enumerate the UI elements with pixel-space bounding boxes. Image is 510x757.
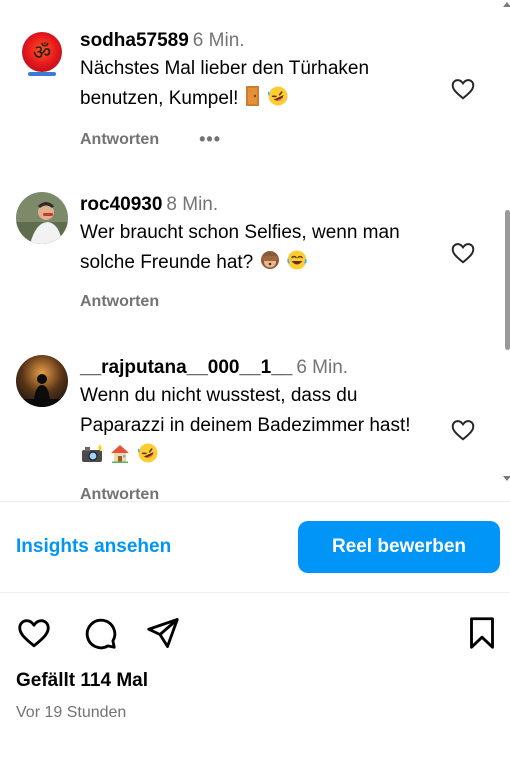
comment-text: Wenn du nicht wusstest, dass du Paparazz… (80, 385, 411, 436)
scrollbar-thumb[interactable] (505, 210, 510, 350)
comments-scrollbar[interactable] (503, 0, 510, 500)
comment-text: Nächstes Mal lieber den Türhaken benutze… (80, 58, 370, 109)
door-emoji-icon (244, 85, 262, 117)
avatar[interactable]: ॐ (16, 28, 68, 80)
reply-button[interactable]: Antworten (80, 131, 159, 149)
comment-text: Wer braucht schon Selfies, wenn man solc… (80, 222, 400, 273)
comment-like-icon[interactable] (450, 240, 478, 268)
reply-button[interactable]: Antworten (80, 486, 159, 500)
insights-link[interactable]: Insights ansehen (16, 536, 171, 558)
comment-time: 8 Min. (166, 194, 219, 215)
save-icon[interactable] (464, 615, 500, 651)
comment-icon[interactable] (82, 615, 118, 651)
scroll-up-arrow-icon[interactable] (503, 2, 510, 7)
comment-username[interactable]: roc40930 (80, 194, 162, 215)
divider (0, 592, 510, 593)
see-no-evil-monkey-emoji-icon (259, 249, 281, 281)
comments-list: ॐ sodha57589 6 Min. Nächstes Mal lieber d… (0, 0, 510, 500)
svg-text:ॐ: ॐ (33, 40, 51, 64)
reply-button[interactable]: Antworten (80, 293, 159, 311)
comment-like-icon[interactable] (450, 417, 478, 445)
share-icon[interactable] (145, 615, 181, 651)
avatar[interactable] (16, 192, 68, 244)
comment-like-icon[interactable] (450, 76, 478, 104)
likes-count[interactable]: Gefällt 114 Mal (16, 670, 148, 692)
comment-time: 6 Min. (296, 357, 349, 378)
comment-time: 6 Min. (192, 30, 245, 51)
avatar[interactable] (16, 355, 68, 407)
promote-reel-button[interactable]: Reel bewerben (298, 521, 500, 573)
house-emoji-icon (109, 442, 131, 474)
joy-emoji-icon (286, 249, 308, 281)
scroll-down-arrow-icon[interactable] (503, 476, 510, 481)
camera-flash-emoji-icon (80, 444, 104, 474)
more-options-icon[interactable]: ••• (199, 129, 221, 150)
comment-username[interactable]: __rajputana__000__1__ (80, 357, 292, 378)
heart-icon[interactable] (16, 615, 52, 651)
comment-username[interactable]: sodha57589 (80, 30, 189, 51)
post-timestamp: Vor 19 Stunden (16, 704, 127, 721)
rofl-emoji-icon (267, 85, 289, 117)
divider (0, 501, 510, 502)
rofl-emoji-icon (137, 442, 159, 474)
